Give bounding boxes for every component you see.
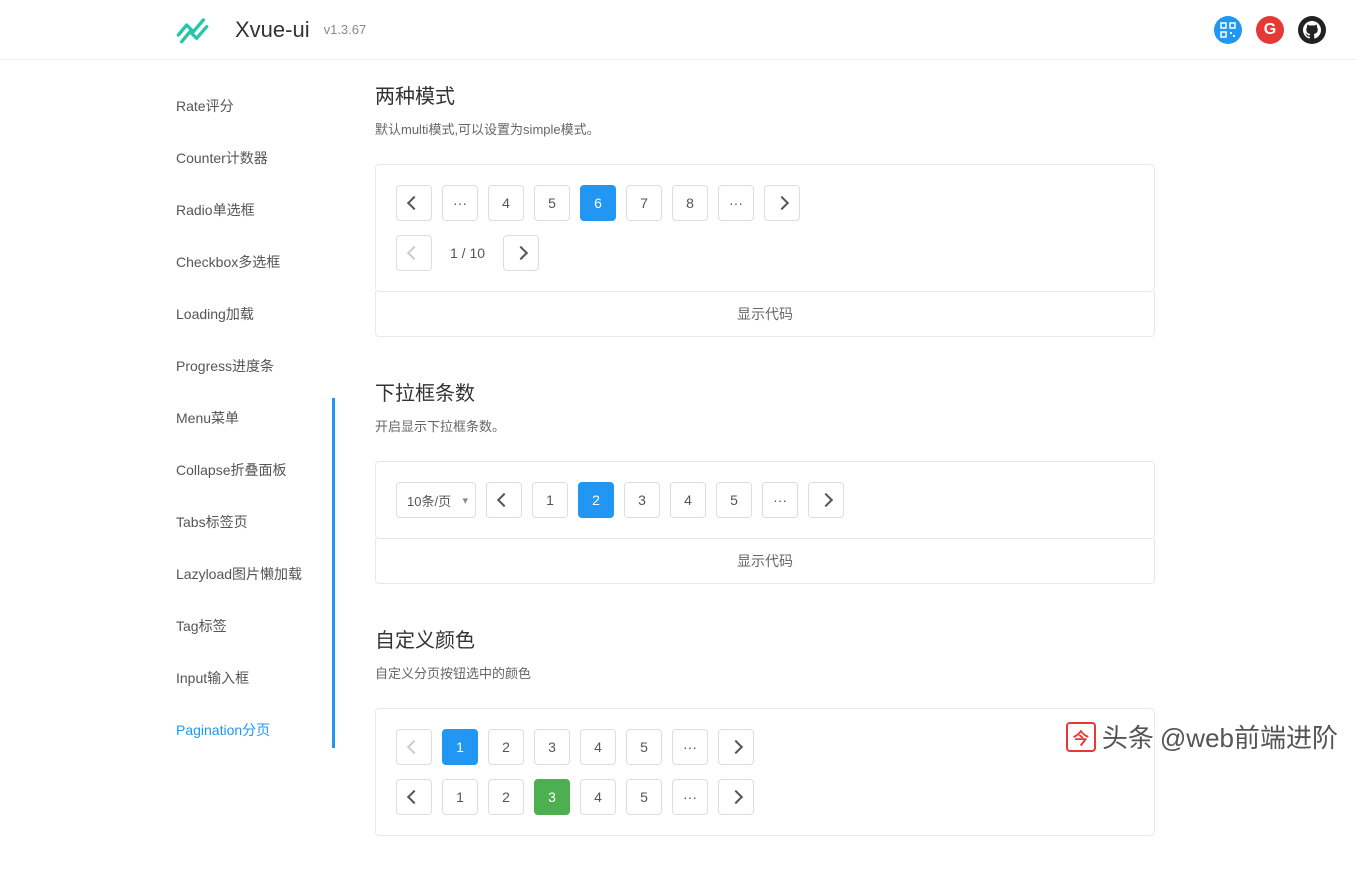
chevron-right-icon [819,493,833,507]
ellipsis-button[interactable]: ··· [672,729,708,765]
page-button[interactable]: 5 [626,729,662,765]
chevron-right-icon [729,790,743,804]
page-button[interactable]: 5 [534,185,570,221]
section-title: 下拉框条数 [375,377,1155,406]
page-button-active[interactable]: 6 [580,185,616,221]
logo-icon [175,15,225,45]
brand-version: v1.3.67 [324,22,367,37]
page-button-active[interactable]: 3 [534,779,570,815]
prev-button[interactable] [396,185,432,221]
pagination-simple: 1 / 10 [396,235,1134,271]
sidebar-item-loading[interactable]: Loading加载 [0,288,335,340]
section-custom-color: 自定义颜色 自定义分页按钮选中的颜色 1 2 3 4 5 ··· 1 2 [375,624,1155,836]
content: 两种模式 默认multi模式,可以设置为simple模式。 ··· 4 5 6 … [335,60,1195,896]
chevron-left-icon [497,493,511,507]
prev-button[interactable] [396,235,432,271]
header-icons: G [1214,16,1326,44]
sidebar-item-pagination[interactable]: Pagination分页 [0,704,335,756]
section-desc: 默认multi模式,可以设置为simple模式。 [375,119,1155,138]
show-code-button[interactable]: 显示代码 [375,539,1155,584]
brand: Xvue-ui v1.3.67 [175,15,366,45]
sidebar: Rate评分 Counter计数器 Radio单选框 Checkbox多选框 L… [0,60,335,896]
qr-icon[interactable] [1214,16,1242,44]
chevron-left-icon [407,246,421,260]
chevron-right-icon [775,196,789,210]
prev-button[interactable] [396,729,432,765]
section-desc: 开启显示下拉框条数。 [375,416,1155,435]
sidebar-indicator [332,398,335,748]
next-button[interactable] [764,185,800,221]
sidebar-item-tag[interactable]: Tag标签 [0,600,335,652]
page-button[interactable]: 7 [626,185,662,221]
sidebar-item-lazyload[interactable]: Lazyload图片懒加载 [0,548,335,600]
demo-box: ··· 4 5 6 7 8 ··· 1 / 10 [375,164,1155,292]
next-button[interactable] [718,729,754,765]
page-button[interactable]: 4 [580,729,616,765]
page-button[interactable]: 5 [716,482,752,518]
pagination-blue: 1 2 3 4 5 ··· [396,729,1134,765]
section-title: 自定义颜色 [375,624,1155,653]
sidebar-item-rate[interactable]: Rate评分 [0,80,335,132]
pagination-green: 1 2 3 4 5 ··· [396,779,1134,815]
gitee-icon[interactable]: G [1256,16,1284,44]
demo-box: 1 2 3 4 5 ··· 1 2 3 4 5 ··· [375,708,1155,836]
prev-button[interactable] [396,779,432,815]
section-desc: 自定义分页按钮选中的颜色 [375,663,1155,682]
page-button[interactable]: 3 [534,729,570,765]
demo-box: 10条/页 1 2 3 4 5 ··· [375,461,1155,539]
page-button[interactable]: 4 [670,482,706,518]
github-icon[interactable] [1298,16,1326,44]
next-button[interactable] [808,482,844,518]
ellipsis-button[interactable]: ··· [718,185,754,221]
show-code-button[interactable]: 显示代码 [375,292,1155,337]
sidebar-item-tabs[interactable]: Tabs标签页 [0,496,335,548]
pagination-with-select: 10条/页 1 2 3 4 5 ··· [396,482,1134,518]
page-button-active[interactable]: 1 [442,729,478,765]
sidebar-item-radio[interactable]: Radio单选框 [0,184,335,236]
next-button[interactable] [718,779,754,815]
sidebar-item-input[interactable]: Input输入框 [0,652,335,704]
chevron-right-icon [729,740,743,754]
page-button[interactable]: 2 [488,729,524,765]
section-modes: 两种模式 默认multi模式,可以设置为simple模式。 ··· 4 5 6 … [375,80,1155,337]
layout: Rate评分 Counter计数器 Radio单选框 Checkbox多选框 L… [0,60,1356,896]
ellipsis-button[interactable]: ··· [672,779,708,815]
page-button[interactable]: 3 [624,482,660,518]
chevron-left-icon [407,196,421,210]
chevron-left-icon [407,790,421,804]
next-button[interactable] [503,235,539,271]
ellipsis-button[interactable]: ··· [762,482,798,518]
sidebar-item-progress[interactable]: Progress进度条 [0,340,335,392]
header: Xvue-ui v1.3.67 G [0,0,1356,60]
page-button[interactable]: 5 [626,779,662,815]
page-size-select[interactable]: 10条/页 [396,482,476,518]
page-button[interactable]: 1 [442,779,478,815]
sidebar-item-menu[interactable]: Menu菜单 [0,392,335,444]
prev-button[interactable] [486,482,522,518]
page-button[interactable]: 2 [488,779,524,815]
chevron-right-icon [514,246,528,260]
page-button[interactable]: 1 [532,482,568,518]
page-button[interactable]: 4 [580,779,616,815]
section-dropdown: 下拉框条数 开启显示下拉框条数。 10条/页 1 2 3 4 5 ··· 显示代… [375,377,1155,584]
page-button-active[interactable]: 2 [578,482,614,518]
section-title: 两种模式 [375,80,1155,109]
pagination-multi: ··· 4 5 6 7 8 ··· [396,185,1134,221]
page-button[interactable]: 8 [672,185,708,221]
chevron-left-icon [407,740,421,754]
page-button[interactable]: 4 [488,185,524,221]
sidebar-item-checkbox[interactable]: Checkbox多选框 [0,236,335,288]
page-info: 1 / 10 [442,245,493,261]
brand-title: Xvue-ui [235,17,310,43]
sidebar-item-collapse[interactable]: Collapse折叠面板 [0,444,335,496]
sidebar-item-counter[interactable]: Counter计数器 [0,132,335,184]
ellipsis-button[interactable]: ··· [442,185,478,221]
